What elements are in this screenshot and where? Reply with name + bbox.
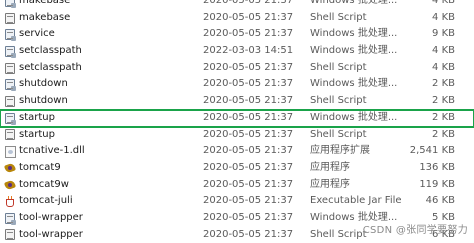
file-date: 2020-05-05 21:37 — [203, 28, 294, 40]
file-type: 应用程序扩展 — [310, 145, 370, 157]
file-name: startup — [19, 128, 55, 140]
file-size: 2 KB — [432, 128, 455, 140]
file-row[interactable]: setclasspath 2020-05-05 21:37 Shell Script… — [0, 60, 474, 77]
batch-file-icon — [3, 210, 17, 227]
file-name: service — [19, 28, 55, 40]
file-size: 4 KB — [432, 45, 455, 57]
file-name: shutdown — [19, 78, 68, 90]
file-size: 136 KB — [419, 161, 455, 173]
file-row[interactable]: shutdown 2020-05-05 21:37 Windows 批处理... 2 … — [0, 76, 474, 93]
file-type: Windows 批处理... — [310, 28, 398, 40]
file-date: 2020-05-05 21:37 — [203, 78, 294, 90]
file-size: 4 KB — [432, 11, 455, 23]
file-size: 46 KB — [425, 195, 455, 207]
file-date: 2020-05-05 21:37 — [203, 128, 294, 140]
file-size: 119 KB — [419, 178, 455, 190]
file-type: Windows 批处理... — [310, 78, 398, 90]
dll-file-icon — [3, 143, 17, 160]
file-row[interactable]: makebase 2020-05-05 21:37 Windows 批处理... 4 … — [0, 0, 474, 10]
batch-file-icon — [3, 43, 17, 60]
shell-script-icon — [3, 10, 17, 27]
file-type: Shell Script — [310, 11, 367, 23]
file-name: tcnative-1.dll — [19, 145, 85, 157]
file-date: 2020-05-05 21:37 — [203, 178, 294, 190]
file-row[interactable]: tomcat-juli 2020-05-05 21:37 Executable Ja… — [0, 193, 474, 210]
file-date: 2022-03-03 14:51 — [203, 45, 294, 57]
file-list: makebase 2020-05-05 21:37 Windows 批处理... 4 … — [0, 0, 474, 243]
tomcat-exe-icon — [3, 177, 17, 194]
shell-script-icon — [3, 93, 17, 110]
file-name: makebase — [19, 11, 71, 23]
file-date: 2020-05-05 21:37 — [203, 195, 294, 207]
file-type: Windows 批处理... — [310, 0, 398, 6]
watermark: CSDN @张同学要努力 — [362, 225, 468, 236]
file-name: tomcat-juli — [19, 195, 73, 207]
jar-file-icon — [3, 193, 17, 210]
file-type: Windows 批处理... — [310, 45, 398, 57]
file-name: setclasspath — [19, 45, 82, 57]
file-size: 9 KB — [432, 28, 455, 40]
file-date: 2020-05-05 21:37 — [203, 211, 294, 223]
file-row[interactable]: tomcat9w 2020-05-05 21:37 应用程序 119 KB — [0, 177, 474, 194]
file-size: 2,541 KB — [409, 145, 455, 157]
file-name: tomcat9 — [19, 161, 61, 173]
file-row[interactable]: makebase 2020-05-05 21:37 Shell Script 4 KB — [0, 10, 474, 27]
tomcat-exe-icon — [3, 160, 17, 177]
batch-file-icon — [3, 76, 17, 93]
file-date: 2020-05-05 21:37 — [203, 111, 294, 123]
file-row[interactable]: service 2020-05-05 21:37 Windows 批处理... 9 K… — [0, 26, 474, 43]
file-name: startup — [19, 111, 55, 123]
shell-script-icon — [3, 60, 17, 77]
file-type: Shell Script — [310, 61, 367, 73]
file-name: tomcat9w — [19, 178, 69, 190]
file-size: 2 KB — [432, 111, 455, 123]
file-date: 2020-05-05 21:37 — [203, 161, 294, 173]
shell-script-icon — [3, 127, 17, 144]
file-row-highlighted[interactable]: startup 2020-05-05 21:37 Windows 批处理... 2 K… — [0, 108, 474, 128]
file-row[interactable]: tomcat9 2020-05-05 21:37 应用程序 136 KB — [0, 160, 474, 177]
file-size: 2 KB — [432, 78, 455, 90]
file-date: 2020-05-05 21:37 — [203, 95, 294, 107]
batch-file-icon — [3, 26, 17, 43]
file-size: 2 KB — [432, 95, 455, 107]
file-type: Executable Jar File — [310, 195, 402, 207]
batch-file-icon — [3, 0, 17, 10]
file-name: makebase — [19, 0, 71, 6]
file-row[interactable]: tcnative-1.dll 2020-05-05 21:37 应用程序扩展 2,54… — [0, 143, 474, 160]
file-name: tool-wrapper — [19, 211, 83, 223]
file-type: 应用程序 — [310, 178, 350, 190]
batch-file-icon — [3, 110, 17, 127]
file-date: 2020-05-05 21:37 — [203, 228, 294, 240]
file-name: tool-wrapper — [19, 228, 83, 240]
file-size: 4 KB — [432, 61, 455, 73]
file-date: 2020-05-05 21:37 — [203, 61, 294, 73]
file-type: Windows 批处理... — [310, 111, 398, 123]
file-date: 2020-05-05 21:37 — [203, 11, 294, 23]
file-type: 应用程序 — [310, 161, 350, 173]
file-name: shutdown — [19, 95, 68, 107]
file-row[interactable]: setclasspath 2022-03-03 14:51 Windows 批处理.… — [0, 43, 474, 60]
file-type: Shell Script — [310, 95, 367, 107]
file-name: setclasspath — [19, 61, 82, 73]
shell-script-icon — [3, 227, 17, 243]
file-row[interactable]: shutdown 2020-05-05 21:37 Shell Script 2 KB — [0, 93, 474, 110]
file-date: 2020-05-05 21:37 — [203, 0, 294, 6]
file-row[interactable]: startup 2020-05-05 21:37 Shell Script 2 KB — [0, 127, 474, 144]
file-size: 4 KB — [432, 0, 455, 6]
file-date: 2020-05-05 21:37 — [203, 145, 294, 157]
file-type: Shell Script — [310, 128, 367, 140]
